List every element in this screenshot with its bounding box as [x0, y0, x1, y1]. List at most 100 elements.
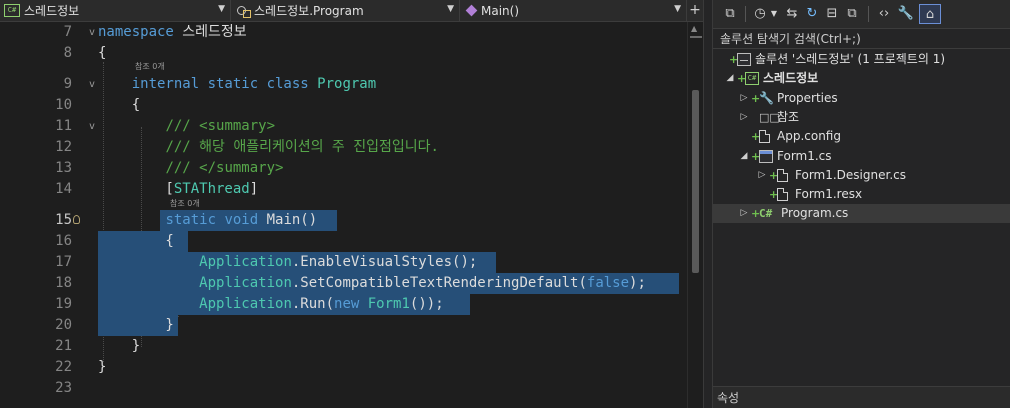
code-token: Form1: [367, 296, 410, 312]
history-icon[interactable]: ◷: [751, 4, 769, 24]
code-line[interactable]: 21 }: [0, 336, 687, 357]
code-token: Application: [199, 275, 292, 291]
solution-search-input[interactable]: 솔루션 탐색기 검색(Ctrl+;): [713, 29, 1010, 49]
code-line[interactable]: 19 Application.Run(new Form1());: [0, 294, 687, 315]
code-lens-references[interactable]: 참조 0개: [170, 199, 200, 209]
code-view-icon[interactable]: ‹›: [875, 4, 893, 24]
tree-item-label: 참조: [777, 110, 800, 124]
code-line[interactable]: 10 {: [0, 95, 687, 116]
git-added-icon: +: [751, 130, 761, 143]
pane-splitter[interactable]: [703, 0, 713, 408]
code-text: /// </summary>: [98, 158, 283, 179]
code-token: ]: [249, 181, 259, 197]
code-text: {: [98, 95, 140, 116]
vertical-scrollbar[interactable]: ▲: [687, 22, 703, 408]
wrench-icon: 🔧: [759, 91, 774, 105]
code-line[interactable]: 13 /// </summary>: [0, 158, 687, 179]
sync-icon[interactable]: ⇆: [783, 4, 801, 24]
project-dropdown[interactable]: C# 스레드정보 ▼: [0, 0, 231, 21]
vs-switch-views-icon[interactable]: ⧉: [721, 4, 739, 24]
tree-item[interactable]: ▷ □□ 참조: [713, 108, 1010, 127]
code-line[interactable]: 23: [0, 378, 687, 399]
tree-item[interactable]: ▷ + 🔧 Properties: [713, 89, 1010, 108]
code-line[interactable]: 15 static void Main(): [0, 210, 687, 231]
line-number: 9: [63, 76, 72, 92]
tree-item[interactable]: ▷ + C# Program.cs: [713, 204, 1010, 223]
code-line[interactable]: 16 {: [0, 231, 687, 252]
code-token: ());: [409, 296, 444, 312]
code-text-area[interactable]: 참조 0개 참조 0개 7 v namespace 스레드정보 8{9 v internal…: [0, 22, 687, 408]
tree-item-label: Form1.cs: [777, 149, 832, 163]
fold-toggle-icon[interactable]: v: [89, 22, 98, 43]
tree-item[interactable]: ◢ + C# 스레드정보: [713, 69, 1010, 88]
collapsed-arrow-icon[interactable]: ▷: [739, 89, 749, 108]
line-number: 16: [55, 233, 72, 249]
tree-item[interactable]: + 솔루션 '스레드정보' (1 프로젝트의 1): [713, 50, 1010, 69]
expanded-arrow-icon[interactable]: ◢: [739, 147, 749, 166]
member-dropdown[interactable]: Main() ▼: [460, 0, 687, 21]
code-line[interactable]: 22}: [0, 357, 687, 378]
code-line[interactable]: 8{: [0, 43, 687, 64]
add-split-button[interactable]: +: [688, 1, 702, 21]
code-token: 스레드정보: [173, 24, 247, 40]
class-dropdown[interactable]: 스레드정보.Program ▼: [231, 0, 460, 21]
tree-item[interactable]: ◢ + Form1.cs: [713, 147, 1010, 166]
code-line[interactable]: 7 v namespace 스레드정보: [0, 22, 687, 43]
scroll-up-icon[interactable]: ▲: [691, 24, 697, 33]
line-number: 18: [55, 275, 72, 291]
code-token: {: [98, 97, 141, 113]
fold-toggle-icon[interactable]: v: [89, 116, 98, 137]
code-editor[interactable]: C# 스레드정보 ▼ 스레드정보.Program ▼ Main() ▼ + 참조…: [0, 0, 703, 408]
line-number: 10: [55, 97, 72, 113]
collapsed-arrow-icon[interactable]: ▷: [739, 108, 749, 127]
line-number: 15: [55, 212, 72, 228]
tree-item-label: Form1.resx: [795, 187, 863, 201]
code-line[interactable]: 18 Application.SetCompatibleTextRenderin…: [0, 273, 687, 294]
code-token: new: [334, 296, 368, 312]
code-text: /// 해당 애플리케이션의 주 진입점입니다.: [98, 137, 439, 158]
tree-item[interactable]: + App.config: [713, 127, 1010, 146]
show-all-files-icon[interactable]: ⧉: [843, 4, 861, 24]
line-number: 17: [55, 254, 72, 270]
line-number: 12: [55, 139, 72, 155]
code-line[interactable]: 14 [STAThread]: [0, 179, 687, 200]
scroll-thumb[interactable]: [692, 90, 699, 273]
code-token: Application: [199, 254, 292, 270]
code-token: Program: [317, 76, 377, 92]
tree-item[interactable]: + Form1.resx: [713, 185, 1010, 204]
line-number: 8: [63, 45, 72, 61]
code-token: );: [629, 275, 646, 291]
line-number: 23: [55, 380, 72, 396]
collapse-all-icon[interactable]: ⊟: [823, 4, 841, 24]
code-line[interactable]: 20 }: [0, 315, 687, 336]
fold-toggle-icon[interactable]: v: [89, 74, 98, 95]
line-number: 22: [55, 359, 72, 375]
code-line[interactable]: 9 v internal static class Program: [0, 74, 687, 95]
code-text: }: [98, 336, 140, 357]
tree-item[interactable]: ▷ + Form1.Designer.cs: [713, 166, 1010, 185]
wrench-icon[interactable]: 🔧: [897, 4, 915, 24]
code-token: namespace: [98, 24, 174, 40]
code-line[interactable]: 17 Application.EnableVisualStyles();: [0, 252, 687, 273]
code-token: .Run(: [291, 296, 335, 312]
collapsed-arrow-icon[interactable]: ▷: [757, 166, 767, 185]
properties-panel-title[interactable]: 속성: [713, 386, 1010, 408]
code-token: Application: [199, 296, 292, 312]
member-dropdown-label: Main(): [481, 3, 520, 18]
expanded-arrow-icon[interactable]: ◢: [725, 69, 735, 88]
collapsed-arrow-icon[interactable]: ▷: [739, 204, 749, 223]
code-line[interactable]: 11 v /// <summary>: [0, 116, 687, 137]
form-icon: [759, 150, 773, 163]
line-number: 7: [63, 24, 72, 40]
solution-tree: + 솔루션 '스레드정보' (1 프로젝트의 1) ◢ + C# 스레드정보 ▷ + 🔧 Prop…: [713, 50, 1010, 380]
code-token: {: [98, 45, 107, 61]
code-line[interactable]: 12 /// 해당 애플리케이션의 주 진입점입니다.: [0, 137, 687, 158]
preview-icon[interactable]: ⌂: [919, 4, 941, 24]
lightbulb-icon[interactable]: [73, 215, 80, 224]
refresh-icon[interactable]: ↻: [803, 4, 821, 24]
code-text: }: [98, 357, 106, 378]
chevron-down-icon[interactable]: ▼: [769, 4, 779, 24]
